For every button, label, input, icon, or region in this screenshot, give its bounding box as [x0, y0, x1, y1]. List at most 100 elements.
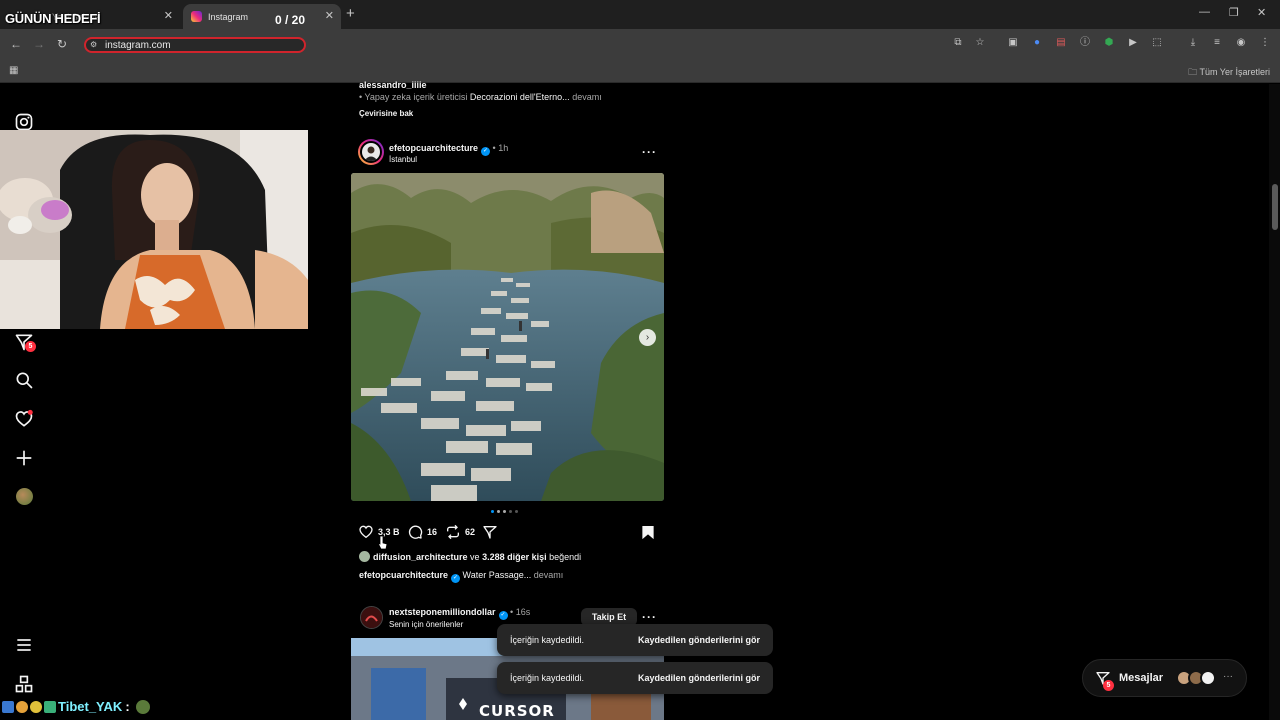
post2-username[interactable]: nextsteponemilliondollar — [389, 607, 496, 617]
liked-suffix: beğendi — [549, 551, 582, 562]
extension-icon[interactable]: ● — [1031, 37, 1043, 49]
caption-username[interactable]: efetopcuarchitecture — [359, 570, 448, 580]
shield-icon[interactable]: ⬢ — [1103, 37, 1115, 49]
stepping-stones-photo — [351, 173, 664, 501]
stream-goal-title: GÜNÜN HEDEFİ — [5, 11, 101, 26]
back-icon[interactable]: ← — [10, 37, 22, 51]
more-menu-icon[interactable] — [14, 635, 34, 655]
notifications-heart-icon[interactable] — [14, 409, 34, 429]
comment-icon — [408, 525, 423, 539]
search-icon[interactable] — [14, 370, 34, 390]
messages-button[interactable]: 5 Mesajlar ··· — [1082, 659, 1247, 697]
post-author-avatar[interactable] — [358, 139, 384, 165]
liked-by-user[interactable]: diffusion_architecture — [373, 552, 468, 562]
url-text: instagram.com — [105, 40, 171, 51]
carousel-dot — [503, 510, 506, 513]
scrollbar-thumb[interactable] — [1272, 184, 1278, 230]
toast-view-saved-link[interactable]: Kaydedilen gönderilerini gör — [638, 673, 760, 683]
bookmarks-bar: ▦ 🗀 Tüm Yer İşaretleri — [0, 59, 1280, 83]
carousel-next-icon[interactable]: › — [639, 329, 656, 346]
liker-avatar[interactable] — [359, 551, 370, 562]
apps-grid-icon[interactable]: ▦ — [9, 65, 18, 76]
also-from-meta-icon[interactable] — [14, 674, 34, 694]
carousel-dot — [515, 510, 518, 513]
prev-post-author[interactable]: alessandro_iiiie — [359, 80, 427, 90]
stream-goal-count: 0 / 20 — [275, 13, 306, 27]
caption-more-link[interactable]: devamı — [534, 570, 564, 580]
download-icon[interactable]: ⤓ — [1187, 37, 1199, 49]
carousel-indicator — [491, 510, 518, 513]
new-tab-icon[interactable]: + — [346, 5, 355, 22]
play-icon[interactable]: ▶ — [1127, 37, 1139, 49]
verified-badge-icon: ✓ — [498, 611, 508, 620]
badge-icon — [30, 700, 42, 713]
minimize-icon[interactable]: — — [1199, 6, 1210, 18]
liked-by-and: ve — [470, 551, 480, 562]
close-icon[interactable]: ✕ — [164, 9, 173, 22]
create-plus-icon[interactable] — [14, 448, 34, 468]
prev-caption-text: Decorazioni dell'Eterno... — [469, 92, 570, 102]
toast-message: İçeriğin kaydedildi. — [510, 635, 585, 645]
post2-image-text: CURSOR — [479, 702, 555, 720]
post2-suggestion-label: Senin için önerilenler — [389, 620, 464, 629]
site-info-icon[interactable]: ⚙ — [90, 40, 97, 49]
share-button[interactable] — [482, 524, 502, 540]
profile-avatar[interactable] — [16, 488, 33, 505]
emote-icon — [135, 699, 150, 714]
badge-icon — [2, 700, 14, 713]
instagram-logo-icon[interactable] — [14, 112, 34, 132]
post2-options-icon[interactable]: ··· — [642, 610, 657, 624]
media-icon[interactable]: ≡ — [1211, 37, 1223, 49]
prev-post-caption: • Yapay zeka içerik üreticisi Decorazion… — [359, 92, 602, 102]
post-username[interactable]: efetopcuarchitecture — [389, 143, 478, 153]
post-location[interactable]: İstanbul — [389, 155, 417, 164]
badge-icon — [44, 700, 56, 713]
close-window-icon[interactable]: ✕ — [1257, 6, 1266, 19]
see-translation-link[interactable]: Çevirisine bak — [359, 109, 413, 118]
comment-button[interactable]: 16 — [407, 524, 437, 540]
extension-icon[interactable]: ▣ — [1007, 37, 1019, 49]
profile-icon[interactable]: ◉ — [1235, 37, 1247, 49]
scrollbar[interactable] — [1269, 84, 1280, 720]
carousel-dot — [497, 510, 500, 513]
toast-message: İçeriğin kaydedildi. — [510, 673, 585, 683]
forward-icon[interactable]: → — [33, 37, 45, 51]
post-image[interactable] — [351, 173, 664, 501]
more-icon: ··· — [1223, 671, 1233, 682]
repost-button[interactable]: 62 — [445, 524, 475, 540]
address-bar[interactable]: ⚙ instagram.com — [84, 37, 306, 53]
maximize-icon[interactable]: ❐ — [1229, 6, 1239, 19]
extension-icon[interactable]: ▤ — [1055, 37, 1067, 49]
repost-count: 62 — [465, 527, 476, 537]
reload-icon[interactable]: ↻ — [57, 37, 67, 51]
liked-by: diffusion_architecture ve 3.288 diğer ki… — [359, 551, 581, 562]
caption-text: Water Passage... — [462, 570, 532, 580]
post2-author-avatar[interactable] — [360, 606, 383, 629]
prev-more-link[interactable]: devamı — [572, 92, 602, 102]
repost-icon — [447, 524, 459, 540]
menu-icon[interactable]: ⋮ — [1259, 37, 1271, 49]
toast-view-saved-link[interactable]: Kaydedilen gönderilerini gör — [638, 635, 760, 645]
extensions-puzzle-icon[interactable]: ⬚ — [1151, 37, 1163, 49]
comment-count: 16 — [427, 527, 438, 537]
webcam-image — [0, 130, 308, 329]
liked-by-count[interactable]: 3.288 diğer kişi — [482, 552, 547, 562]
post-time[interactable]: 1h — [498, 143, 508, 153]
all-bookmarks[interactable]: 🗀 Tüm Yer İşaretleri — [1188, 65, 1270, 81]
folder-icon: 🗀 — [1188, 67, 1200, 77]
message-avatars — [1176, 670, 1216, 686]
post-actions: 3,3 B 16 62 — [358, 524, 658, 542]
saved-bookmark-icon[interactable] — [641, 525, 655, 540]
close-icon[interactable]: ✕ — [325, 9, 334, 22]
install-app-icon[interactable]: ⧉ — [952, 37, 964, 49]
avatar-image — [360, 141, 382, 163]
bookmark-star-icon[interactable]: ☆ — [974, 37, 986, 49]
extension-icon[interactable]: ⓘ — [1079, 37, 1091, 49]
post2-header: nextsteponemilliondollar ✓ • 16s — [389, 607, 530, 620]
post2-time[interactable]: 16s — [516, 607, 531, 617]
instagram-favicon-icon — [191, 11, 202, 22]
mouse-cursor-icon — [377, 535, 388, 550]
tab-instagram[interactable]: Instagram ✕ — [183, 4, 341, 29]
post-options-icon[interactable]: ··· — [642, 145, 657, 159]
messages-label: Mesajlar — [1119, 672, 1164, 684]
